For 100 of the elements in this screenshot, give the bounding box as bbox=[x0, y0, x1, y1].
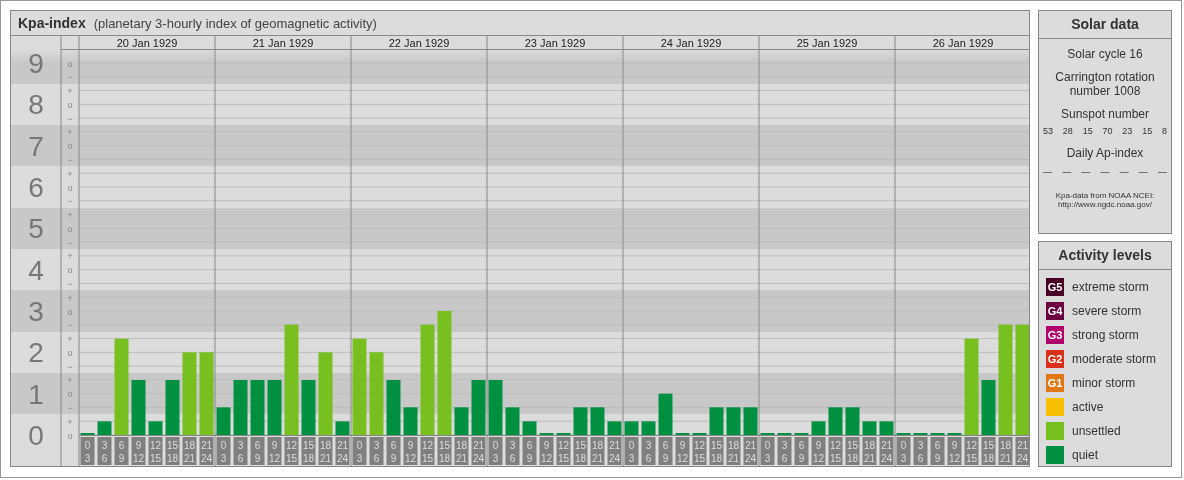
time-label: 6 9 bbox=[794, 437, 809, 465]
scale-mark: − bbox=[67, 72, 73, 83]
scale-mark: o bbox=[67, 430, 73, 441]
time-label: 9 12 bbox=[131, 437, 146, 465]
panel-title: Solar data bbox=[1039, 11, 1171, 39]
time-label: 18 21 bbox=[590, 437, 605, 465]
x-tick-label: 0 3 bbox=[356, 440, 363, 464]
time-label: 21 24 bbox=[607, 437, 622, 465]
time-label: 3 6 bbox=[505, 437, 520, 465]
x-tick-label: 3 6 bbox=[509, 440, 516, 464]
time-label: 15 18 bbox=[573, 437, 588, 465]
time-label: 0 3 bbox=[624, 437, 639, 465]
time-label: 18 21 bbox=[182, 437, 197, 465]
time-label: 15 18 bbox=[165, 437, 180, 465]
scale-mark: o bbox=[67, 347, 73, 358]
date-label: 20 Jan 1929 bbox=[116, 37, 178, 49]
time-label: 3 6 bbox=[97, 437, 112, 465]
sunspot-value: 53 bbox=[1043, 126, 1053, 136]
ap-value: — bbox=[1081, 167, 1091, 177]
date-label: 25 Jan 1929 bbox=[796, 37, 858, 49]
level-label: unsettled bbox=[1072, 424, 1121, 438]
level-label: active bbox=[1072, 400, 1104, 414]
axis-label: 1 bbox=[28, 378, 44, 410]
ap-value: — bbox=[1119, 167, 1129, 177]
time-label: 6 9 bbox=[930, 437, 945, 465]
time-label: 12 15 bbox=[284, 437, 299, 465]
time-label: 21 24 bbox=[471, 437, 486, 465]
level-label: moderate storm bbox=[1072, 352, 1157, 366]
axis-label: 7 bbox=[28, 130, 44, 162]
time-label: 0 3 bbox=[760, 437, 775, 465]
time-label: 12 15 bbox=[556, 437, 571, 465]
x-tick-label: 3 6 bbox=[645, 440, 652, 464]
chart-title: Kpa-index bbox=[18, 15, 86, 31]
time-label: 9 12 bbox=[947, 437, 962, 465]
scale-mark: + bbox=[67, 416, 73, 427]
scale-mark: + bbox=[67, 210, 73, 221]
time-label: 6 9 bbox=[522, 437, 537, 465]
scale-mark: − bbox=[67, 361, 73, 372]
time-label: 15 18 bbox=[301, 437, 316, 465]
time-label: 21 24 bbox=[335, 437, 350, 465]
x-tick-label: 6 9 bbox=[254, 440, 261, 464]
date-label: 22 Jan 1929 bbox=[388, 37, 450, 49]
axis-label: 5 bbox=[28, 213, 44, 245]
date-label: 23 Jan 1929 bbox=[524, 37, 586, 49]
level-label: severe storm bbox=[1072, 304, 1142, 318]
scale-mark: − bbox=[67, 237, 73, 248]
sunspot-value: 23 bbox=[1122, 126, 1133, 136]
axis-label: 6 bbox=[28, 172, 44, 203]
x-tick-label: 0 3 bbox=[764, 440, 771, 464]
ap-value: — bbox=[1062, 167, 1072, 177]
axis-label: 9 bbox=[28, 48, 44, 79]
time-label: 6 9 bbox=[386, 437, 401, 465]
x-tick-label: 6 9 bbox=[390, 440, 397, 464]
solar-cycle: Solar cycle 16 bbox=[1067, 47, 1143, 61]
source-note: http://www.ngdc.noaa.gov/ bbox=[1058, 200, 1152, 209]
time-label: 6 9 bbox=[250, 437, 265, 465]
time-label: 9 12 bbox=[539, 437, 554, 465]
level-swatch: G3 bbox=[1046, 326, 1064, 344]
scale-mark: + bbox=[67, 127, 73, 138]
date-label: 24 Jan 1929 bbox=[660, 37, 722, 49]
time-label: 9 12 bbox=[675, 437, 690, 465]
panel-title: Activity levels bbox=[1039, 242, 1171, 270]
scale-mark: + bbox=[67, 292, 73, 303]
time-label: 15 18 bbox=[437, 437, 452, 465]
sunspot-heading: Sunspot number bbox=[1060, 107, 1150, 121]
time-label: 9 12 bbox=[811, 437, 826, 465]
axis-label: 8 bbox=[28, 89, 44, 121]
time-label: 12 15 bbox=[828, 437, 843, 465]
level-label: minor storm bbox=[1072, 376, 1136, 390]
time-label: 0 3 bbox=[488, 437, 503, 465]
scale-mark: + bbox=[67, 334, 73, 345]
time-label: 12 15 bbox=[964, 437, 979, 465]
time-label: 3 6 bbox=[641, 437, 656, 465]
level-label: extreme storm bbox=[1072, 280, 1149, 294]
ap-value: — bbox=[1043, 167, 1052, 177]
time-label: 15 18 bbox=[845, 437, 860, 465]
x-tick-label: 3 6 bbox=[237, 440, 244, 464]
time-label: 6 9 bbox=[114, 437, 129, 465]
sunspot-value: 8 bbox=[1161, 126, 1167, 136]
ap-value: — bbox=[1100, 167, 1110, 177]
time-label: 6 9 bbox=[658, 437, 673, 465]
x-tick-label: 0 3 bbox=[492, 440, 499, 464]
time-label: 21 24 bbox=[199, 437, 214, 465]
level-swatch: G2 bbox=[1046, 350, 1064, 368]
time-label: 21 24 bbox=[879, 437, 894, 465]
time-label: 21 24 bbox=[743, 437, 758, 465]
level-swatch: G4 bbox=[1046, 302, 1064, 320]
sunspot-value: 28 bbox=[1062, 126, 1073, 136]
ap-value: — bbox=[1157, 167, 1167, 177]
level-label: quiet bbox=[1072, 448, 1099, 462]
scale-mark: − bbox=[67, 320, 73, 331]
time-label: 18 21 bbox=[726, 437, 741, 465]
time-label: 0 3 bbox=[80, 437, 95, 465]
scale-mark: − bbox=[67, 154, 73, 165]
time-label: 3 6 bbox=[233, 437, 248, 465]
time-label: 12 15 bbox=[420, 437, 435, 465]
time-label: 3 6 bbox=[777, 437, 792, 465]
time-label: 0 3 bbox=[896, 437, 911, 465]
scale-mark: o bbox=[67, 182, 73, 193]
sunspot-value: 15 bbox=[1082, 126, 1093, 136]
